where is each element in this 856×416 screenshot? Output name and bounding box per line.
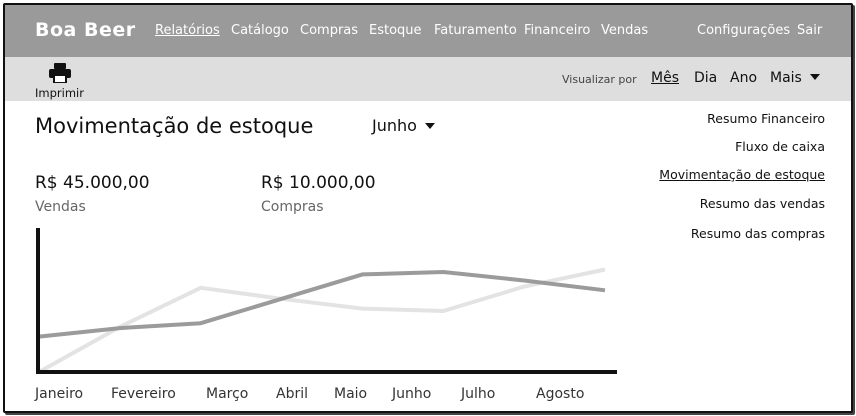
x-tick-label: Maio bbox=[334, 386, 368, 402]
x-tick-label: Junho bbox=[392, 386, 432, 402]
period-mais-dropdown[interactable]: Mais bbox=[770, 70, 820, 86]
x-tick-label: Abril bbox=[276, 386, 308, 402]
sales-total-label: Vendas bbox=[35, 199, 86, 215]
view-by-label: Visualizar por bbox=[562, 73, 637, 86]
link-resumo-das-vendas[interactable]: Resumo das vendas bbox=[700, 196, 825, 211]
x-tick-label: Janeiro bbox=[35, 386, 84, 402]
period-mes[interactable]: Mês bbox=[651, 70, 679, 86]
purchases-total-value: R$ 10.000,00 bbox=[261, 173, 376, 193]
sales-total-value: R$ 45.000,00 bbox=[35, 173, 150, 193]
month-dropdown[interactable]: Junho bbox=[372, 116, 435, 135]
purchases-total-label: Compras bbox=[261, 199, 324, 215]
nav-financeiro[interactable]: Financeiro bbox=[524, 23, 590, 38]
brand-logo[interactable]: Boa Beer bbox=[35, 19, 136, 41]
printer-icon bbox=[49, 63, 71, 83]
stock-movement-chart bbox=[36, 228, 617, 374]
x-tick-label: Março bbox=[206, 386, 249, 402]
link-resumo-das-compras[interactable]: Resumo das compras bbox=[691, 226, 825, 241]
x-tick-label: Julho bbox=[461, 386, 496, 402]
link-movimentacao-de-estoque[interactable]: Movimentação de estoque bbox=[659, 167, 825, 182]
x-tick-label: Fevereiro bbox=[111, 386, 176, 402]
period-mais-label: Mais bbox=[770, 70, 802, 86]
nav-configuracoes[interactable]: Configurações bbox=[697, 23, 790, 38]
report-toolbar: Imprimir Visualizar por Mês Dia Ano Mais bbox=[5, 57, 851, 101]
print-label: Imprimir bbox=[35, 86, 84, 100]
period-ano[interactable]: Ano bbox=[730, 70, 757, 86]
x-tick-label: Agosto bbox=[536, 386, 585, 402]
month-value: Junho bbox=[372, 116, 417, 135]
nav-catalogo[interactable]: Catálogo bbox=[231, 23, 289, 38]
top-navigation-bar: Boa Beer Relatórios Catálogo Compras Est… bbox=[5, 5, 851, 57]
link-fluxo-de-caixa[interactable]: Fluxo de caixa bbox=[735, 139, 825, 154]
page-title: Movimentação de estoque bbox=[35, 114, 314, 138]
nav-compras[interactable]: Compras bbox=[300, 23, 358, 38]
app-window: Boa Beer Relatórios Catálogo Compras Est… bbox=[3, 3, 853, 413]
chevron-down-icon bbox=[809, 74, 820, 80]
nav-estoque[interactable]: Estoque bbox=[369, 23, 422, 38]
nav-faturamento[interactable]: Faturamento bbox=[434, 23, 517, 38]
chevron-down-icon bbox=[424, 123, 435, 129]
period-dia[interactable]: Dia bbox=[694, 70, 717, 86]
nav-sair[interactable]: Sair bbox=[797, 23, 822, 38]
nav-vendas[interactable]: Vendas bbox=[601, 23, 648, 38]
nav-relatorios[interactable]: Relatórios bbox=[155, 23, 220, 38]
print-button[interactable]: Imprimir bbox=[35, 61, 87, 100]
link-resumo-financeiro[interactable]: Resumo Financeiro bbox=[707, 111, 825, 126]
